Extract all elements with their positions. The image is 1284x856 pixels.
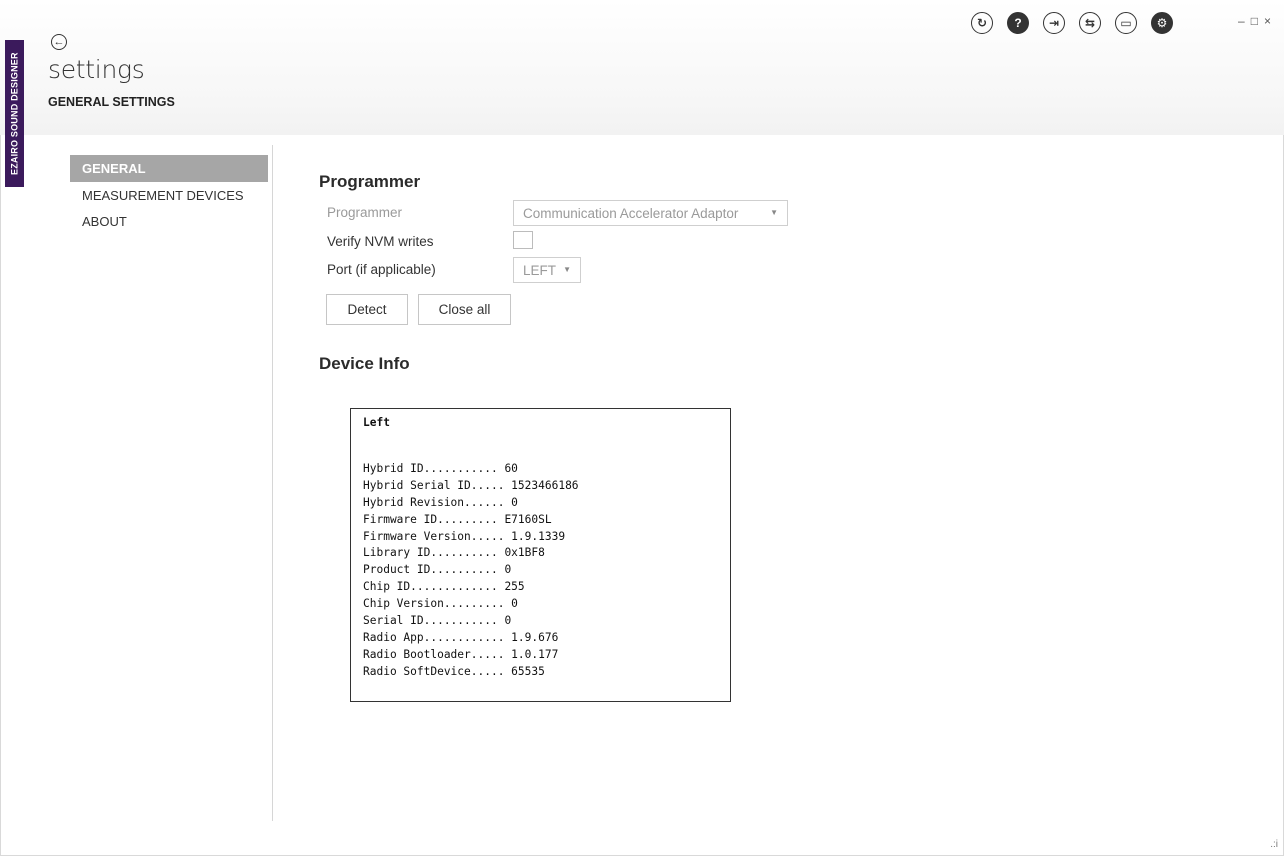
brand-strip: EZAIRO SOUND DESIGNER — [5, 40, 24, 187]
verify-nvm-label: Verify NVM writes — [327, 234, 434, 249]
resize-grip-icon[interactable]: .:i — [1270, 840, 1278, 850]
maximize-button[interactable]: □ — [1251, 14, 1258, 28]
device-info-row: Chip ID............. 255 — [363, 580, 525, 594]
refresh-icon[interactable]: ↻ — [971, 12, 993, 34]
help-icon[interactable]: ? — [1007, 12, 1029, 34]
chevron-down-icon: ▼ — [563, 265, 571, 274]
device-info-row: Product ID.......... 0 — [363, 563, 512, 577]
sync-icon[interactable]: ⇆ — [1079, 12, 1101, 34]
device-info-row: Serial ID........... 0 — [363, 614, 512, 628]
terminal-icon[interactable]: ▭ — [1115, 12, 1137, 34]
nav-item-general[interactable]: GENERAL — [70, 155, 268, 182]
toolbar: ↻ ? ⇥ ⇆ ▭ ⚙ — [971, 12, 1173, 34]
programmer-label: Programmer — [327, 205, 403, 220]
programmer-select-value: Communication Accelerator Adaptor — [523, 205, 739, 221]
close-all-button[interactable]: Close all — [418, 294, 511, 325]
gear-icon[interactable]: ⚙ — [1151, 12, 1173, 34]
device-info-section-title: Device Info — [319, 354, 410, 373]
nav-item-about[interactable]: ABOUT — [70, 208, 268, 234]
device-info-panel: Left Hybrid ID........... 60 Hybrid Seri… — [350, 408, 731, 702]
device-info-row: Chip Version......... 0 — [363, 597, 518, 611]
device-info-row: Radio SoftDevice..... 65535 — [363, 664, 545, 678]
window-controls: – □ × — [1238, 14, 1271, 28]
device-info-row: Firmware ID......... E7160SL — [363, 512, 552, 526]
settings-nav: GENERAL MEASUREMENT DEVICES ABOUT — [70, 155, 268, 234]
device-info-row: Library ID.......... 0x1BF8 — [363, 546, 545, 560]
device-info-row: Radio Bootloader..... 1.0.177 — [363, 647, 559, 661]
device-info-row: Firmware Version..... 1.9.1339 — [363, 529, 566, 543]
programmer-select[interactable]: Communication Accelerator Adaptor ▼ — [513, 200, 788, 226]
port-select-value: LEFT — [523, 262, 557, 278]
device-side-label: Left — [363, 416, 390, 429]
login-icon[interactable]: ⇥ — [1043, 12, 1065, 34]
programmer-section-title: Programmer — [319, 172, 421, 191]
device-info-row: Hybrid ID........... 60 — [363, 462, 518, 475]
port-select[interactable]: LEFT ▼ — [513, 257, 581, 283]
nav-divider — [272, 145, 273, 821]
nav-item-measurement-devices[interactable]: MEASUREMENT DEVICES — [70, 182, 268, 208]
minimize-button[interactable]: – — [1238, 14, 1245, 28]
close-button[interactable]: × — [1264, 14, 1271, 28]
chevron-down-icon: ▼ — [770, 208, 778, 217]
page-title: settings — [48, 55, 145, 84]
verify-nvm-checkbox[interactable] — [513, 231, 533, 249]
detect-button[interactable]: Detect — [326, 294, 408, 325]
device-info-row: Hybrid Revision...... 0 — [363, 495, 518, 509]
device-info-row: Hybrid Serial ID..... 1523466186 — [363, 478, 579, 492]
page-subtitle: GENERAL SETTINGS — [48, 95, 175, 109]
back-button[interactable]: ← — [51, 34, 67, 50]
port-label: Port (if applicable) — [327, 262, 436, 277]
device-info-row: Radio App............ 1.9.676 — [363, 630, 559, 644]
device-info-list: Hybrid ID........... 60 Hybrid Serial ID… — [363, 462, 730, 682]
